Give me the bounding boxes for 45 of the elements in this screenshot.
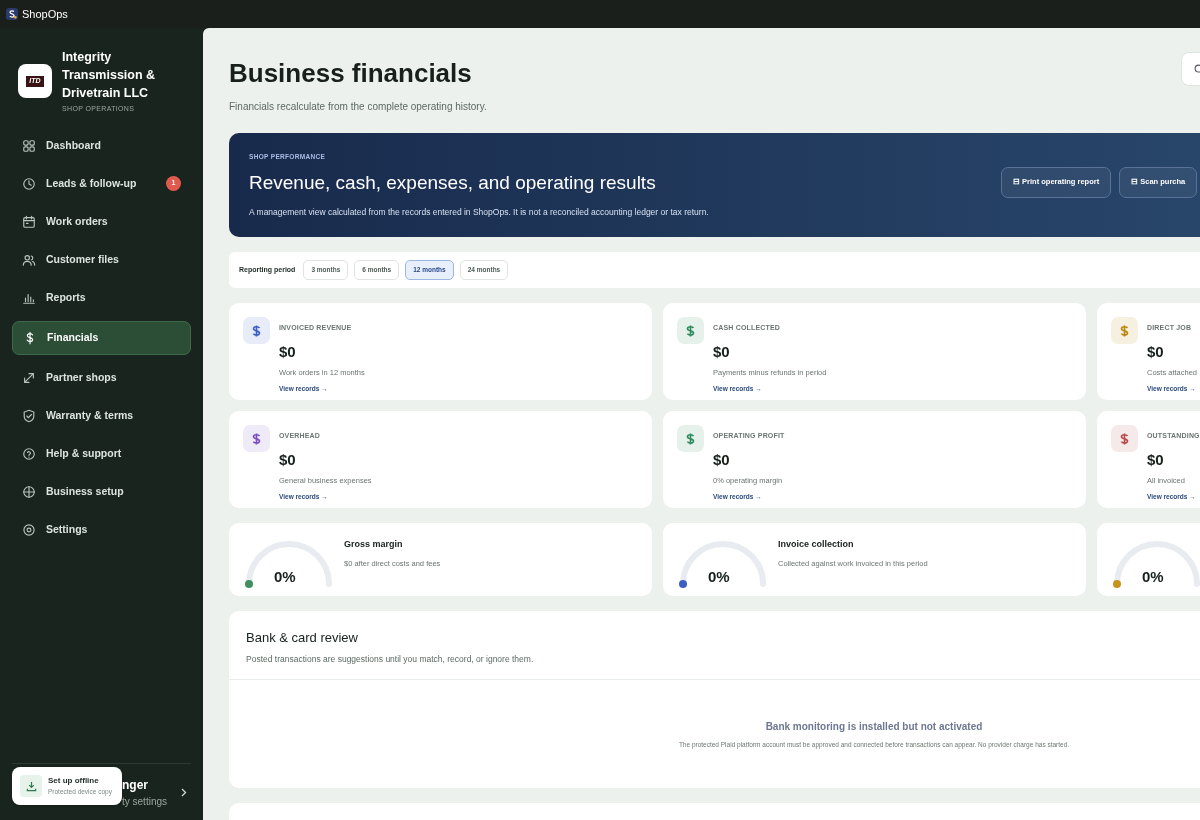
metric-value: $0 — [713, 449, 731, 470]
page-title: Business financials — [229, 57, 473, 90]
nav-item[interactable]: Warranty & terms — [12, 400, 191, 431]
calendar-icon — [22, 214, 36, 229]
banner-text: A management view calculated from the records entered in ShopOps. It is not a reconciled accounting ledger or tax return. — [249, 205, 710, 219]
gauge-value: 0% — [1142, 566, 1164, 587]
nav-item[interactable]: Partner shops — [12, 362, 191, 393]
empty-state-title: Bank monitoring is installed but not activated — [765, 719, 983, 734]
chevron-icon[interactable] — [181, 787, 187, 797]
metric-value: $0 — [1147, 341, 1165, 362]
window-title: ShopOps — [22, 6, 68, 22]
nav-item[interactable]: Reports — [12, 282, 191, 313]
app-logo-icon — [6, 8, 18, 20]
nav-item[interactable]: Financials — [12, 320, 191, 355]
page-subtitle: Financials recalculate from the complete operating history. — [229, 100, 487, 114]
offline-title: Set up offline — [48, 775, 100, 788]
banner-title: Revenue, cash, expenses, and operating results — [249, 171, 657, 196]
section-title: Bank & card review — [246, 629, 359, 647]
nav-item[interactable]: Settings — [12, 514, 191, 545]
arrow-icon — [22, 370, 36, 385]
nav-item[interactable]: Business setup — [12, 476, 191, 507]
gauge-title: Gross margin — [344, 538, 404, 552]
metric-value: $0 — [713, 341, 731, 362]
nav-item[interactable]: Help & support — [12, 438, 191, 469]
business-name: Integrity Transmission & Drivetrain LLC — [62, 49, 157, 102]
metric-value: $0 — [279, 449, 297, 470]
help-icon — [22, 446, 36, 461]
clock-icon — [22, 176, 36, 191]
gauge-value: 0% — [708, 566, 730, 587]
user-name: nger — [122, 776, 149, 794]
plus-circle-icon — [22, 484, 36, 499]
gauge-value: 0% — [274, 566, 296, 587]
gauge-title: Invoice collection — [778, 538, 855, 552]
user-detail: ty settings — [122, 794, 168, 809]
metric-value: $0 — [279, 341, 297, 362]
nav-item[interactable]: Dashboard — [12, 130, 191, 161]
nav-item[interactable]: Customer files — [12, 244, 191, 275]
users-icon — [22, 252, 36, 267]
download-icon — [20, 775, 42, 797]
dashboard-icon — [22, 138, 36, 153]
metric-value: $0 — [1147, 449, 1165, 470]
settings-icon — [22, 522, 36, 537]
section-subtitle: Posted transactions are suggestions until you match, record, or ignore them. — [246, 652, 535, 666]
shield-icon — [22, 408, 36, 423]
nav-item[interactable]: Work orders — [12, 206, 191, 237]
